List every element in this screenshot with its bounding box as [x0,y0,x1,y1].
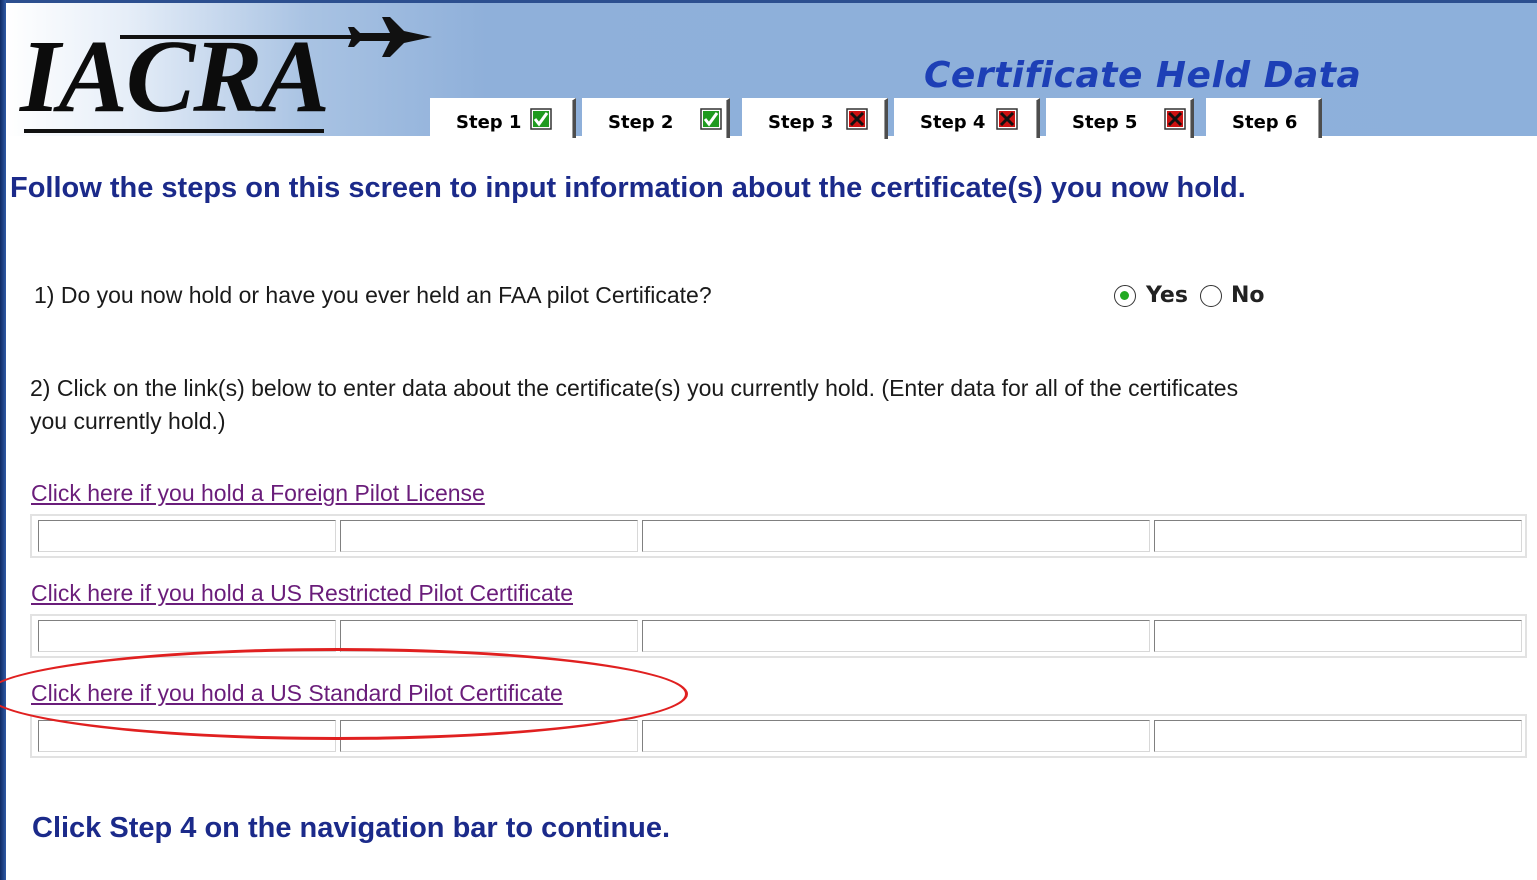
foreign-pilot-license-link[interactable]: Click here if you hold a Foreign Pilot L… [31,480,485,507]
red-x-icon [846,108,868,130]
data-cell [340,520,638,552]
continue-instruction: Click Step 4 on the navigation bar to co… [32,812,671,844]
tab-label: Step 4 [920,112,986,133]
iacra-logo: IACRA [20,17,440,136]
page-title: Certificate Held Data [924,55,1362,96]
logo-underline [24,129,324,133]
tab-step-5[interactable]: Step 5 [1046,98,1194,138]
red-highlight-oval [0,648,688,740]
question-2-text: 2) Click on the link(s) below to enter d… [30,375,1239,434]
yes-radio-label[interactable]: Yes [1146,283,1188,308]
question-1-text: 1) Do you now hold or have you ever held… [34,282,712,308]
data-cell [38,620,336,652]
tab-label: Step 1 [456,112,522,133]
red-x-icon [996,108,1018,130]
tab-label: Step 5 [1072,112,1138,133]
yes-radio-button[interactable] [1114,285,1136,307]
tab-step-3[interactable]: Step 3 [742,98,888,139]
tab-label: Step 6 [1232,112,1298,133]
data-cell [1154,620,1522,652]
no-radio-button[interactable] [1200,285,1222,307]
tab-label: Step 2 [608,112,674,133]
data-cell [642,720,1150,752]
tab-step-4[interactable]: Step 4 [894,98,1040,138]
data-cell [340,620,638,652]
selected-dot [1120,291,1129,300]
tab-step-2[interactable]: Step 2 [582,98,730,138]
instructions-text: Follow the steps on this screen to input… [10,172,1246,204]
header-banner: IACRA Certificate Held Data Step 1 Step … [6,0,1537,139]
tab-step-6[interactable]: Step 6 [1206,98,1322,138]
data-cell [1154,720,1522,752]
no-radio-label[interactable]: No [1231,283,1265,308]
logo-text: IACRA [20,19,330,134]
data-cell [642,620,1150,652]
data-cell [1154,520,1522,552]
tab-step-1[interactable]: Step 1 [430,98,576,138]
data-cell [642,520,1150,552]
green-check-icon [700,108,722,130]
data-cell [38,520,336,552]
red-x-icon [1164,108,1186,130]
us-restricted-certificate-link[interactable]: Click here if you hold a US Restricted P… [31,580,573,607]
tab-label: Step 3 [768,112,834,133]
green-check-icon [530,108,552,130]
foreign-license-data-row [30,514,1527,558]
